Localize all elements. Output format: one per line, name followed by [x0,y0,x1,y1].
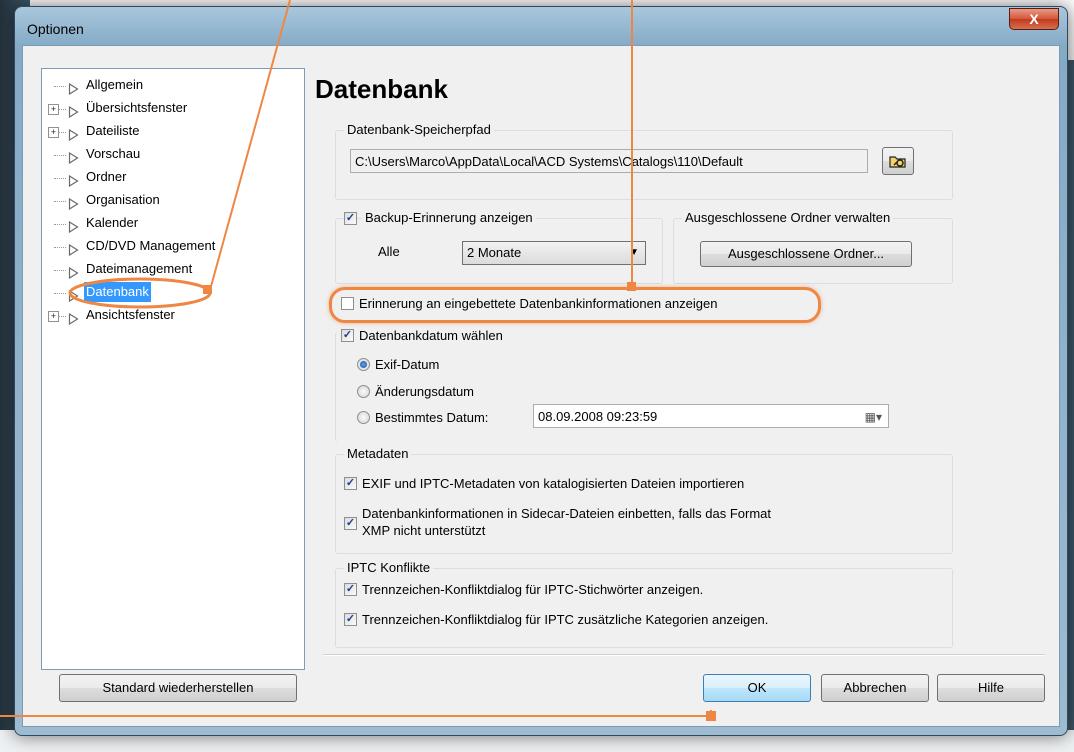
db-path-group-title: Datenbank-Speicherpfad [344,122,494,137]
tree-item-label: Datenbank [84,282,151,302]
ok-button[interactable]: OK [703,674,811,702]
tree-connector [54,201,66,202]
embed-sidecar-checkbox[interactable]: ✓ [344,517,357,530]
dialog-client: Allgemein + Übersichtsfenster + Dateiliste Vo… [22,45,1060,727]
browse-folder-icon [889,156,906,168]
interval-label: Alle [378,244,400,259]
radio-modified-date[interactable] [357,385,370,398]
tree-item-label: Ordner [86,169,127,184]
backup-label: Backup-Erinnerung anzeigen [362,210,536,225]
page-title: Datenbank [315,74,448,104]
radio-specific-date[interactable] [357,411,370,424]
iptc-group: IPTC Konflikte ✓ Trennzeichen-Konfliktdi… [335,560,953,648]
expand-icon[interactable]: + [48,127,59,138]
excluded-folders-button[interactable]: Ausgeschlossene Ordner... [700,241,912,267]
tree-item-0[interactable]: Allgemein [42,75,302,97]
specific-date-value: 08.09.2008 09:23:59 [538,409,658,424]
iptc-keywords-label: Trennzeichen-Konfliktdialog für IPTC-Sti… [362,582,704,597]
content-separator [323,654,1045,656]
iptc-group-title: IPTC Konflikte [344,560,434,575]
metadata-group-title: Metadaten [344,446,412,461]
radio-modified-date-label: Änderungsdatum [375,384,475,399]
options-dialog: Optionen X Allgemein + Übersichtsfenster + D… [14,6,1068,736]
tree-item-label: CD/DVD Management [86,238,216,253]
backup-group: ✓ Backup-Erinnerung anzeigen Alle 2 Mona… [335,210,663,284]
iptc-categories-checkbox[interactable]: ✓ [344,613,357,626]
tree-item-5[interactable]: Organisation [42,190,302,212]
tree-item-label: Kalender [86,215,139,230]
tree-item-1[interactable]: + Übersichtsfenster [42,98,302,120]
expand-icon[interactable]: + [48,311,59,322]
tree-item-label: Ansichtsfenster [86,307,175,322]
specific-date-field[interactable]: 08.09.2008 09:23:59 ▦▾ [533,404,889,428]
db-date-label: Datenbankdatum wählen [359,328,503,343]
tree-connector [54,178,66,179]
tree-item-8[interactable]: Dateimanagement [42,259,302,281]
db-path-group: Datenbank-Speicherpfad C:\Users\Marco\Ap… [335,122,953,200]
excluded-folders-group: Ausgeschlossene Ordner verwalten Ausgesc… [673,210,953,284]
tree-item-label: Vorschau [86,146,141,161]
tree-connector [54,155,66,156]
cancel-button[interactable]: Abbrechen [821,674,929,702]
dialog-title: Optionen [27,21,84,37]
embedded-reminder-checkbox[interactable] [341,297,354,310]
tree-connector [54,224,66,225]
close-button[interactable]: X [1009,8,1059,30]
tree-item-label: Allgemein [86,77,144,92]
tree-connector [54,293,66,294]
tree-item-label: Organisation [86,192,160,207]
db-date-checkbox[interactable]: ✓ [341,329,354,342]
chevron-down-icon: ▼ [629,247,639,258]
radio-exif-date-label: Exif-Datum [375,357,440,372]
iptc-keywords-checkbox[interactable]: ✓ [344,583,357,596]
browse-button[interactable] [882,147,914,175]
tree-item-6[interactable]: Kalender [42,213,302,235]
metadata-group: Metadaten ✓ EXIF und IPTC-Metadaten von … [335,446,953,554]
tree-item-label: Dateimanagement [86,261,193,276]
restore-defaults-button[interactable]: Standard wiederherstellen [59,674,297,702]
title-bar[interactable]: Optionen X [15,7,1067,47]
options-tree[interactable]: Allgemein + Übersichtsfenster + Dateiliste Vo… [41,68,305,670]
tree-item-4[interactable]: Ordner [42,167,302,189]
tree-item-2[interactable]: + Dateiliste [42,121,302,143]
close-icon: X [1029,11,1039,27]
tree-item-label: Dateiliste [86,123,140,138]
embed-sidecar-label-line2: XMP nicht unterstützt [362,523,486,538]
tree-connector [54,270,66,271]
db-path-field[interactable]: C:\Users\Marco\AppData\Local\ACD Systems… [350,149,868,173]
expand-icon[interactable]: + [48,104,59,115]
excluded-folders-group-title: Ausgeschlossene Ordner verwalten [682,210,894,225]
embed-sidecar-label-line1: Datenbankinformationen in Sidecar-Dateie… [362,506,772,521]
tree-connector [54,247,66,248]
tree-item-10[interactable]: + Ansichtsfenster [42,305,302,327]
calendar-icon[interactable]: ▦▾ [865,405,882,429]
radio-specific-date-label: Bestimmtes Datum: [375,410,489,425]
help-button[interactable]: Hilfe [937,674,1045,702]
import-metadata-checkbox[interactable]: ✓ [344,477,357,490]
interval-select[interactable]: 2 Monate ▼ [462,241,646,265]
settings-pane: Datenbank Datenbank-Speicherpfad C:\User… [315,46,1055,666]
tree-item-7[interactable]: CD/DVD Management [42,236,302,258]
import-metadata-label: EXIF und IPTC-Metadaten von katalogisier… [362,476,745,491]
tree-item-3[interactable]: Vorschau [42,144,302,166]
page-icon [68,310,79,332]
embedded-reminder-label: Erinnerung an eingebettete Datenbankinfo… [359,296,718,311]
tree-item-label: Übersichtsfenster [86,100,188,115]
backup-checkbox[interactable]: ✓ [344,212,357,225]
tree-connector [54,86,66,87]
interval-select-value: 2 Monate [467,245,522,260]
tree-item-9[interactable]: Datenbank [42,282,302,304]
radio-exif-date[interactable] [357,358,370,371]
iptc-categories-label: Trennzeichen-Konfliktdialog für IPTC zus… [362,612,769,627]
